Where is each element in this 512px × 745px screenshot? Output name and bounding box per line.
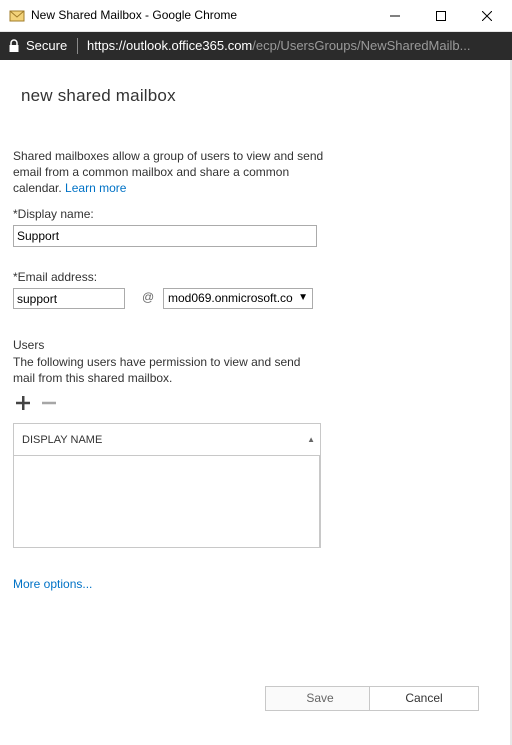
description-text: Shared mailboxes allow a group of users … bbox=[13, 149, 324, 195]
maximize-button[interactable] bbox=[418, 0, 464, 32]
sort-ascending-icon[interactable]: ▲ bbox=[307, 435, 315, 444]
maximize-icon bbox=[436, 11, 446, 21]
url-path: /ecp/UsersGroups/NewSharedMailb... bbox=[252, 38, 471, 53]
save-button[interactable]: Save bbox=[265, 686, 375, 711]
display-name-label: *Display name: bbox=[13, 207, 94, 221]
grid-header[interactable]: DISPLAY NAME ▲ bbox=[14, 424, 320, 456]
cancel-button[interactable]: Cancel bbox=[369, 686, 479, 711]
display-name-input[interactable] bbox=[13, 225, 317, 247]
domain-select[interactable]: mod069.onmicrosoft.co ▼ bbox=[163, 288, 313, 309]
users-section-description: The following users have permission to v… bbox=[13, 355, 301, 385]
users-grid: DISPLAY NAME ▲ bbox=[13, 423, 321, 548]
page-title: new shared mailbox bbox=[21, 86, 176, 105]
lock-icon bbox=[8, 39, 20, 58]
mail-window-icon bbox=[9, 8, 25, 24]
close-button[interactable] bbox=[464, 0, 510, 32]
url-text[interactable]: https://outlook.office365.com/ecp/UsersG… bbox=[87, 38, 505, 53]
more-options-link[interactable]: More options... bbox=[13, 577, 92, 591]
grid-divider bbox=[319, 456, 320, 548]
users-section-title: Users bbox=[13, 338, 45, 352]
minimize-button[interactable] bbox=[372, 0, 418, 32]
secure-label: Secure bbox=[26, 38, 68, 53]
email-alias-input[interactable] bbox=[13, 288, 125, 309]
display-name-column-header[interactable]: DISPLAY NAME bbox=[22, 434, 102, 446]
domain-selected-value: mod069.onmicrosoft.co bbox=[168, 291, 293, 305]
address-separator bbox=[77, 38, 78, 54]
close-icon bbox=[482, 11, 492, 21]
plus-icon[interactable] bbox=[14, 394, 32, 412]
email-address-label: *Email address: bbox=[13, 270, 98, 284]
page-description: Shared mailboxes allow a group of users … bbox=[13, 148, 333, 196]
address-bar[interactable]: Secure https://outlook.office365.com/ecp… bbox=[0, 32, 512, 60]
minus-icon[interactable] bbox=[40, 394, 58, 412]
minimize-icon bbox=[390, 15, 400, 17]
learn-more-link[interactable]: Learn more bbox=[65, 181, 126, 195]
at-sign: @ bbox=[142, 290, 155, 304]
window-title: New Shared Mailbox - Google Chrome bbox=[31, 8, 238, 22]
window-titlebar: New Shared Mailbox - Google Chrome bbox=[0, 0, 512, 32]
dropdown-arrow-icon: ▼ bbox=[298, 292, 308, 303]
url-host: https://outlook.office365.com bbox=[87, 38, 253, 53]
